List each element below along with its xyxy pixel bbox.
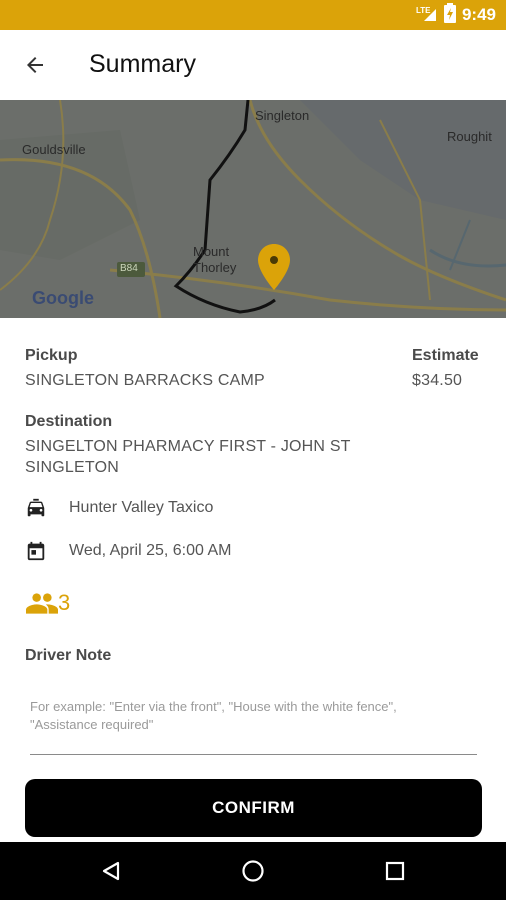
arrow-back-icon bbox=[27, 57, 43, 73]
signal-icon: LTE bbox=[416, 4, 438, 27]
map-label-mount-thorley: Mount Thorley bbox=[193, 244, 237, 275]
route-map[interactable]: Singleton Roughit Gouldsville Mount Thor… bbox=[0, 100, 506, 318]
nav-back-icon bbox=[102, 861, 120, 881]
map-label-roughit: Roughit bbox=[447, 129, 492, 144]
battery-icon bbox=[443, 2, 456, 28]
nav-home-icon bbox=[242, 860, 264, 882]
passenger-count-value: 3 bbox=[58, 590, 71, 615]
nav-back-button[interactable] bbox=[96, 856, 126, 886]
driver-note-placeholder-line2: "Assistance required" bbox=[30, 717, 154, 732]
taxi-company: Hunter Valley Taxico bbox=[69, 499, 214, 516]
back-button[interactable] bbox=[18, 48, 52, 82]
app-bar: Summary bbox=[0, 30, 506, 100]
status-bar: LTE 9:49 bbox=[0, 0, 506, 30]
driver-note-placeholder-line1: For example: "Enter via the front", "Hou… bbox=[30, 699, 397, 714]
google-logo: Google bbox=[32, 288, 94, 308]
system-nav-bar bbox=[0, 842, 506, 900]
map-label-gouldsville: Gouldsville bbox=[22, 142, 86, 157]
nav-home-button[interactable] bbox=[238, 856, 268, 886]
estimate-value: $34.50 bbox=[412, 372, 463, 389]
driver-note-input[interactable]: For example: "Enter via the front", "Hou… bbox=[30, 698, 470, 734]
pickup-datetime: Wed, April 25, 6:00 AM bbox=[69, 542, 232, 559]
group-icon bbox=[26, 593, 58, 614]
pickup-value: SINGLETON BARRACKS CAMP bbox=[25, 372, 265, 389]
estimate-label: Estimate bbox=[412, 347, 479, 364]
page-title: Summary bbox=[89, 50, 196, 78]
driver-note-underline bbox=[30, 754, 477, 755]
confirm-button[interactable]: CONFIRM bbox=[25, 779, 482, 837]
nav-recents-button[interactable] bbox=[380, 856, 410, 886]
clock: 9:49 bbox=[461, 5, 496, 24]
destination-line2: SINGLETON bbox=[25, 459, 119, 476]
svg-text:LTE: LTE bbox=[416, 6, 431, 15]
driver-note-label: Driver Note bbox=[25, 647, 112, 664]
passenger-count: 3 bbox=[25, 590, 70, 616]
taxi-icon bbox=[25, 497, 47, 519]
status-icons: LTE 9:49 bbox=[416, 0, 496, 30]
destination-line1: SINGELTON PHARMACY FIRST - JOHN ST bbox=[25, 438, 351, 455]
nav-recents-icon bbox=[385, 861, 405, 881]
destination-label: Destination bbox=[25, 413, 113, 430]
road-sign-b84: B84 bbox=[120, 263, 138, 274]
pickup-label: Pickup bbox=[25, 347, 78, 364]
calendar-icon bbox=[25, 540, 47, 562]
map-label-singleton: Singleton bbox=[255, 108, 310, 123]
